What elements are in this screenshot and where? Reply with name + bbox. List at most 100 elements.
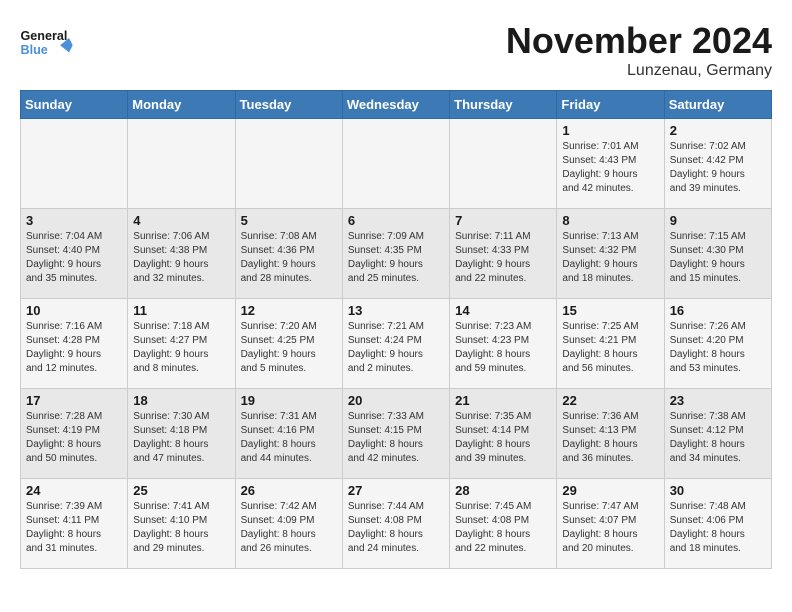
calendar-cell: 18 Sunrise: 7:30 AM Sunset: 4:18 PM Dayli… — [128, 389, 235, 479]
day-info: Sunrise: 7:39 AM Sunset: 4:11 PM Dayligh… — [26, 500, 122, 556]
day-info: Sunrise: 7:25 AM Sunset: 4:21 PM Dayligh… — [562, 320, 658, 376]
calendar-cell: 25 Sunrise: 7:41 AM Sunset: 4:10 PM Dayli… — [128, 479, 235, 569]
weekday-header-wednesday: Wednesday — [342, 91, 449, 119]
calendar-cell: 20 Sunrise: 7:33 AM Sunset: 4:15 PM Dayli… — [342, 389, 449, 479]
day-info: Sunrise: 7:02 AM Sunset: 4:42 PM Dayligh… — [670, 140, 766, 196]
day-number: 20 — [348, 393, 444, 408]
calendar-cell: 5 Sunrise: 7:08 AM Sunset: 4:36 PM Daylig… — [235, 209, 342, 299]
calendar-cell: 17 Sunrise: 7:28 AM Sunset: 4:19 PM Dayli… — [21, 389, 128, 479]
day-info: Sunrise: 7:09 AM Sunset: 4:35 PM Dayligh… — [348, 230, 444, 286]
calendar-cell — [450, 119, 557, 209]
calendar-cell: 30Sunrise: 7:48 AM Sunset: 4:06 PM Dayli… — [664, 479, 771, 569]
weekday-header-sunday: Sunday — [21, 91, 128, 119]
calendar-cell: 22 Sunrise: 7:36 AM Sunset: 4:13 PM Dayli… — [557, 389, 664, 479]
day-info: Sunrise: 7:15 AM Sunset: 4:30 PM Dayligh… — [670, 230, 766, 286]
calendar-week-4: 17 Sunrise: 7:28 AM Sunset: 4:19 PM Dayli… — [21, 389, 772, 479]
calendar-cell: 11Sunrise: 7:18 AM Sunset: 4:27 PM Dayli… — [128, 299, 235, 389]
day-info: Sunrise: 7:08 AM Sunset: 4:36 PM Dayligh… — [241, 230, 337, 286]
day-info: Sunrise: 7:01 AM Sunset: 4:43 PM Dayligh… — [562, 140, 658, 196]
day-info: Sunrise: 7:04 AM Sunset: 4:40 PM Dayligh… — [26, 230, 122, 286]
calendar-cell: 2Sunrise: 7:02 AM Sunset: 4:42 PM Daylig… — [664, 119, 771, 209]
calendar-cell: 1 Sunrise: 7:01 AM Sunset: 4:43 PM Daylig… — [557, 119, 664, 209]
day-number: 24 — [26, 483, 122, 498]
calendar-cell: 23Sunrise: 7:38 AM Sunset: 4:12 PM Dayli… — [664, 389, 771, 479]
page-header: General Blue November 2024 Lunzenau, Ger… — [20, 20, 772, 80]
calendar-cell — [342, 119, 449, 209]
month-title: November 2024 — [506, 20, 772, 62]
day-number: 13 — [348, 303, 444, 318]
weekday-header-thursday: Thursday — [450, 91, 557, 119]
day-number: 10 — [26, 303, 122, 318]
day-info: Sunrise: 7:30 AM Sunset: 4:18 PM Dayligh… — [133, 410, 229, 466]
calendar-cell: 7 Sunrise: 7:11 AM Sunset: 4:33 PM Daylig… — [450, 209, 557, 299]
day-number: 18 — [133, 393, 229, 408]
day-number: 11 — [133, 303, 229, 318]
weekday-header-tuesday: Tuesday — [235, 91, 342, 119]
day-number: 1 — [562, 123, 658, 138]
weekday-header-monday: Monday — [128, 91, 235, 119]
day-info: Sunrise: 7:11 AM Sunset: 4:33 PM Dayligh… — [455, 230, 551, 286]
day-number: 16 — [670, 303, 766, 318]
day-info: Sunrise: 7:36 AM Sunset: 4:13 PM Dayligh… — [562, 410, 658, 466]
calendar-cell: 4 Sunrise: 7:06 AM Sunset: 4:38 PM Daylig… — [128, 209, 235, 299]
day-info: Sunrise: 7:06 AM Sunset: 4:38 PM Dayligh… — [133, 230, 229, 286]
day-info: Sunrise: 7:33 AM Sunset: 4:15 PM Dayligh… — [348, 410, 444, 466]
day-number: 5 — [241, 213, 337, 228]
day-info: Sunrise: 7:28 AM Sunset: 4:19 PM Dayligh… — [26, 410, 122, 466]
calendar-week-3: 10 Sunrise: 7:16 AM Sunset: 4:28 PM Dayli… — [21, 299, 772, 389]
day-number: 28 — [455, 483, 551, 498]
calendar-cell: 27Sunrise: 7:44 AM Sunset: 4:08 PM Dayli… — [342, 479, 449, 569]
day-info: Sunrise: 7:41 AM Sunset: 4:10 PM Dayligh… — [133, 500, 229, 556]
day-info: Sunrise: 7:38 AM Sunset: 4:12 PM Dayligh… — [670, 410, 766, 466]
day-info: Sunrise: 7:26 AM Sunset: 4:20 PM Dayligh… — [670, 320, 766, 376]
calendar-cell: 21Sunrise: 7:35 AM Sunset: 4:14 PM Dayli… — [450, 389, 557, 479]
day-info: Sunrise: 7:47 AM Sunset: 4:07 PM Dayligh… — [562, 500, 658, 556]
logo-svg: General Blue — [20, 20, 75, 65]
day-info: Sunrise: 7:16 AM Sunset: 4:28 PM Dayligh… — [26, 320, 122, 376]
calendar-cell: 8 Sunrise: 7:13 AM Sunset: 4:32 PM Daylig… — [557, 209, 664, 299]
day-number: 27 — [348, 483, 444, 498]
day-number: 22 — [562, 393, 658, 408]
day-info: Sunrise: 7:31 AM Sunset: 4:16 PM Dayligh… — [241, 410, 337, 466]
day-number: 4 — [133, 213, 229, 228]
weekday-header-row: SundayMondayTuesdayWednesdayThursdayFrid… — [21, 91, 772, 119]
calendar-cell: 6 Sunrise: 7:09 AM Sunset: 4:35 PM Daylig… — [342, 209, 449, 299]
day-number: 9 — [670, 213, 766, 228]
calendar-week-1: 1 Sunrise: 7:01 AM Sunset: 4:43 PM Daylig… — [21, 119, 772, 209]
calendar-cell: 19 Sunrise: 7:31 AM Sunset: 4:16 PM Dayli… — [235, 389, 342, 479]
day-number: 30 — [670, 483, 766, 498]
calendar-cell: 14Sunrise: 7:23 AM Sunset: 4:23 PM Dayli… — [450, 299, 557, 389]
day-number: 6 — [348, 213, 444, 228]
day-number: 3 — [26, 213, 122, 228]
day-number: 29 — [562, 483, 658, 498]
calendar-cell: 26Sunrise: 7:42 AM Sunset: 4:09 PM Dayli… — [235, 479, 342, 569]
calendar-cell — [128, 119, 235, 209]
day-number: 19 — [241, 393, 337, 408]
calendar-cell — [235, 119, 342, 209]
day-info: Sunrise: 7:20 AM Sunset: 4:25 PM Dayligh… — [241, 320, 337, 376]
day-number: 17 — [26, 393, 122, 408]
calendar-table: SundayMondayTuesdayWednesdayThursdayFrid… — [20, 90, 772, 569]
location: Lunzenau, Germany — [506, 62, 772, 80]
day-number: 7 — [455, 213, 551, 228]
day-info: Sunrise: 7:21 AM Sunset: 4:24 PM Dayligh… — [348, 320, 444, 376]
weekday-header-friday: Friday — [557, 91, 664, 119]
day-info: Sunrise: 7:13 AM Sunset: 4:32 PM Dayligh… — [562, 230, 658, 286]
calendar-cell: 12 Sunrise: 7:20 AM Sunset: 4:25 PM Dayli… — [235, 299, 342, 389]
day-number: 8 — [562, 213, 658, 228]
day-number: 15 — [562, 303, 658, 318]
title-area: November 2024 Lunzenau, Germany — [506, 20, 772, 80]
svg-text:Blue: Blue — [21, 43, 48, 57]
day-info: Sunrise: 7:35 AM Sunset: 4:14 PM Dayligh… — [455, 410, 551, 466]
day-info: Sunrise: 7:23 AM Sunset: 4:23 PM Dayligh… — [455, 320, 551, 376]
calendar-cell: 16 Sunrise: 7:26 AM Sunset: 4:20 PM Dayli… — [664, 299, 771, 389]
day-info: Sunrise: 7:42 AM Sunset: 4:09 PM Dayligh… — [241, 500, 337, 556]
calendar-cell: 15 Sunrise: 7:25 AM Sunset: 4:21 PM Dayli… — [557, 299, 664, 389]
calendar-week-5: 24 Sunrise: 7:39 AM Sunset: 4:11 PM Dayli… — [21, 479, 772, 569]
day-number: 12 — [241, 303, 337, 318]
day-info: Sunrise: 7:45 AM Sunset: 4:08 PM Dayligh… — [455, 500, 551, 556]
logo: General Blue — [20, 20, 75, 65]
calendar-week-2: 3 Sunrise: 7:04 AM Sunset: 4:40 PM Daylig… — [21, 209, 772, 299]
calendar-cell: 10 Sunrise: 7:16 AM Sunset: 4:28 PM Dayli… — [21, 299, 128, 389]
day-number: 25 — [133, 483, 229, 498]
